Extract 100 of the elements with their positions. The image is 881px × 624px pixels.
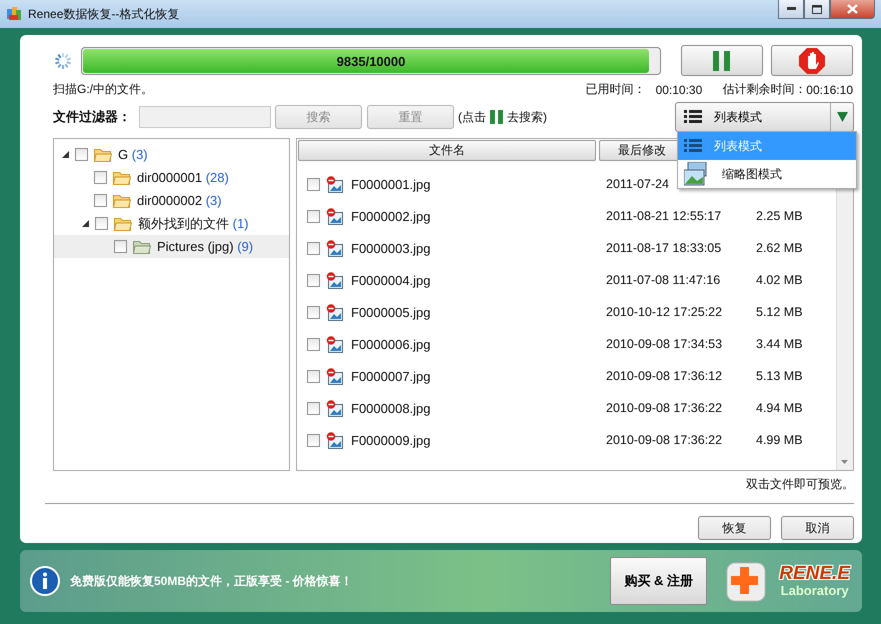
checkbox[interactable] <box>94 194 107 207</box>
tree-row[interactable]: dir0000001 (28) <box>54 166 289 189</box>
modified-date: 2011-08-21 12:55:17 <box>606 209 722 223</box>
tree-item[interactable]: 额外找到的文件 (1) <box>138 214 249 232</box>
modified-date: 2010-09-08 17:36:22 <box>606 433 724 447</box>
checkbox[interactable] <box>307 338 320 350</box>
logo-text: RENE.E <box>779 564 850 583</box>
list-icon <box>684 138 702 154</box>
elapsed-time: 00:10:30 <box>656 82 702 96</box>
tree-item[interactable]: Pictures (jpg) (9) <box>157 239 254 254</box>
stop-button[interactable] <box>771 45 853 76</box>
image-file-icon <box>326 432 343 448</box>
remaining-label: 估计剩余时间： <box>722 81 806 98</box>
hint-text: 去搜索) <box>507 108 547 126</box>
file-name[interactable]: F0000008.jpg <box>351 400 606 416</box>
checkbox[interactable] <box>94 171 107 184</box>
folder-icon <box>94 148 112 162</box>
stop-hand-icon <box>799 48 825 74</box>
preview-hint: 双击文件即可预览。 <box>746 476 854 493</box>
checkbox[interactable] <box>307 370 320 382</box>
folder-icon <box>133 240 151 254</box>
tree-row[interactable]: dir0000002 (3) <box>54 189 289 212</box>
checkbox[interactable] <box>95 217 108 230</box>
folder-icon <box>113 194 131 208</box>
close-button[interactable] <box>830 0 875 19</box>
modified-date: 2010-09-08 17:34:53 <box>606 337 724 351</box>
tree-item[interactable]: dir0000002 (3) <box>137 193 222 208</box>
buy-register-button[interactable]: 购买 & 注册 <box>610 557 708 605</box>
image-file-icon <box>326 368 343 384</box>
scroll-down-icon <box>841 460 848 464</box>
pause-button[interactable] <box>681 45 763 76</box>
file-size: 4.99 MB <box>756 433 803 447</box>
maximize-icon <box>812 4 822 14</box>
expand-arrow-icon[interactable] <box>62 151 69 158</box>
logo-subtitle: Laboratory <box>780 583 849 598</box>
file-name[interactable]: F0000007.jpg <box>351 368 606 384</box>
checkbox[interactable] <box>75 148 88 161</box>
file-size: 2.25 MB <box>756 209 803 223</box>
file-name[interactable]: F0000006.jpg <box>351 336 606 352</box>
image-file-icon <box>326 208 343 224</box>
file-size: 2.62 MB <box>756 241 803 255</box>
elapsed-label: 已用时间： <box>586 81 646 98</box>
file-name[interactable]: F0000009.jpg <box>351 432 606 448</box>
image-file-icon <box>326 240 343 256</box>
loading-spinner-icon <box>53 50 73 70</box>
checkbox[interactable] <box>307 306 320 318</box>
tree-item[interactable]: G (3) <box>118 147 148 162</box>
cancel-button[interactable]: 取消 <box>781 516 854 540</box>
checkbox[interactable] <box>307 274 320 286</box>
column-header[interactable]: 文件名 <box>298 140 596 161</box>
close-icon <box>847 4 858 14</box>
image-file-icon <box>326 400 343 416</box>
tree-row[interactable]: 额外找到的文件 (1) <box>54 212 289 235</box>
modified-date: 2011-07-24 <box>606 177 670 191</box>
modified-date: 2011-07-08 11:47:16 <box>606 273 722 287</box>
file-size: 5.13 MB <box>756 369 803 383</box>
file-size: 4.02 MB <box>756 273 803 287</box>
minimize-button[interactable] <box>778 0 804 19</box>
tree-row[interactable]: G (3) <box>54 143 289 166</box>
pause-icon <box>490 110 503 124</box>
tree-row[interactable]: Pictures (jpg) (9) <box>54 235 289 258</box>
file-size: 4.94 MB <box>756 401 803 415</box>
scan-status: 扫描G:/中的文件。 <box>53 81 154 98</box>
checkbox[interactable] <box>307 178 320 190</box>
dropdown-arrow-icon <box>836 112 848 122</box>
checkbox[interactable] <box>307 242 320 254</box>
menu-item[interactable]: 缩略图模式 <box>678 160 856 188</box>
file-name[interactable]: F0000002.jpg <box>351 208 606 224</box>
image-file-icon <box>326 272 343 288</box>
folder-icon <box>114 216 132 230</box>
checkbox[interactable] <box>114 240 127 253</box>
progress-bar: 9835/10000 <box>81 46 661 74</box>
modified-date: 2010-09-08 17:36:22 <box>606 401 724 415</box>
tree-item[interactable]: dir0000001 (28) <box>137 170 229 185</box>
expand-arrow-icon[interactable] <box>82 220 89 227</box>
app-icon <box>6 6 22 22</box>
pause-icon <box>713 50 731 70</box>
file-name[interactable]: F0000005.jpg <box>351 304 606 320</box>
image-file-icon <box>326 176 343 192</box>
info-icon <box>30 566 60 596</box>
checkbox[interactable] <box>307 434 320 446</box>
checkbox[interactable] <box>307 402 320 414</box>
hint-text: (点击 <box>458 108 486 126</box>
recover-button[interactable]: 恢复 <box>698 516 771 540</box>
file-size: 5.12 MB <box>756 305 803 319</box>
file-name[interactable]: F0000004.jpg <box>351 272 606 288</box>
file-name[interactable]: F0000001.jpg <box>351 176 606 192</box>
checkbox[interactable] <box>307 210 320 222</box>
filter-field[interactable] <box>139 106 271 128</box>
modified-date: 2010-10-12 17:25:22 <box>606 305 724 319</box>
view-mode-dropdown[interactable]: 列表模式 <box>675 102 854 132</box>
filter-label: 文件过滤器： <box>53 108 131 126</box>
maximize-button[interactable] <box>804 0 830 19</box>
file-name[interactable]: F0000003.jpg <box>351 240 606 256</box>
image-file-icon <box>326 304 343 320</box>
image-file-icon <box>326 336 343 352</box>
promo-text: 免费版仅能恢复50MB的文件，正版享受 - 价格惊喜！ <box>70 572 354 590</box>
remaining-time: 00:16:10 <box>806 82 853 96</box>
list-icon <box>684 109 702 125</box>
modified-date: 2010-09-08 17:36:12 <box>606 369 724 383</box>
